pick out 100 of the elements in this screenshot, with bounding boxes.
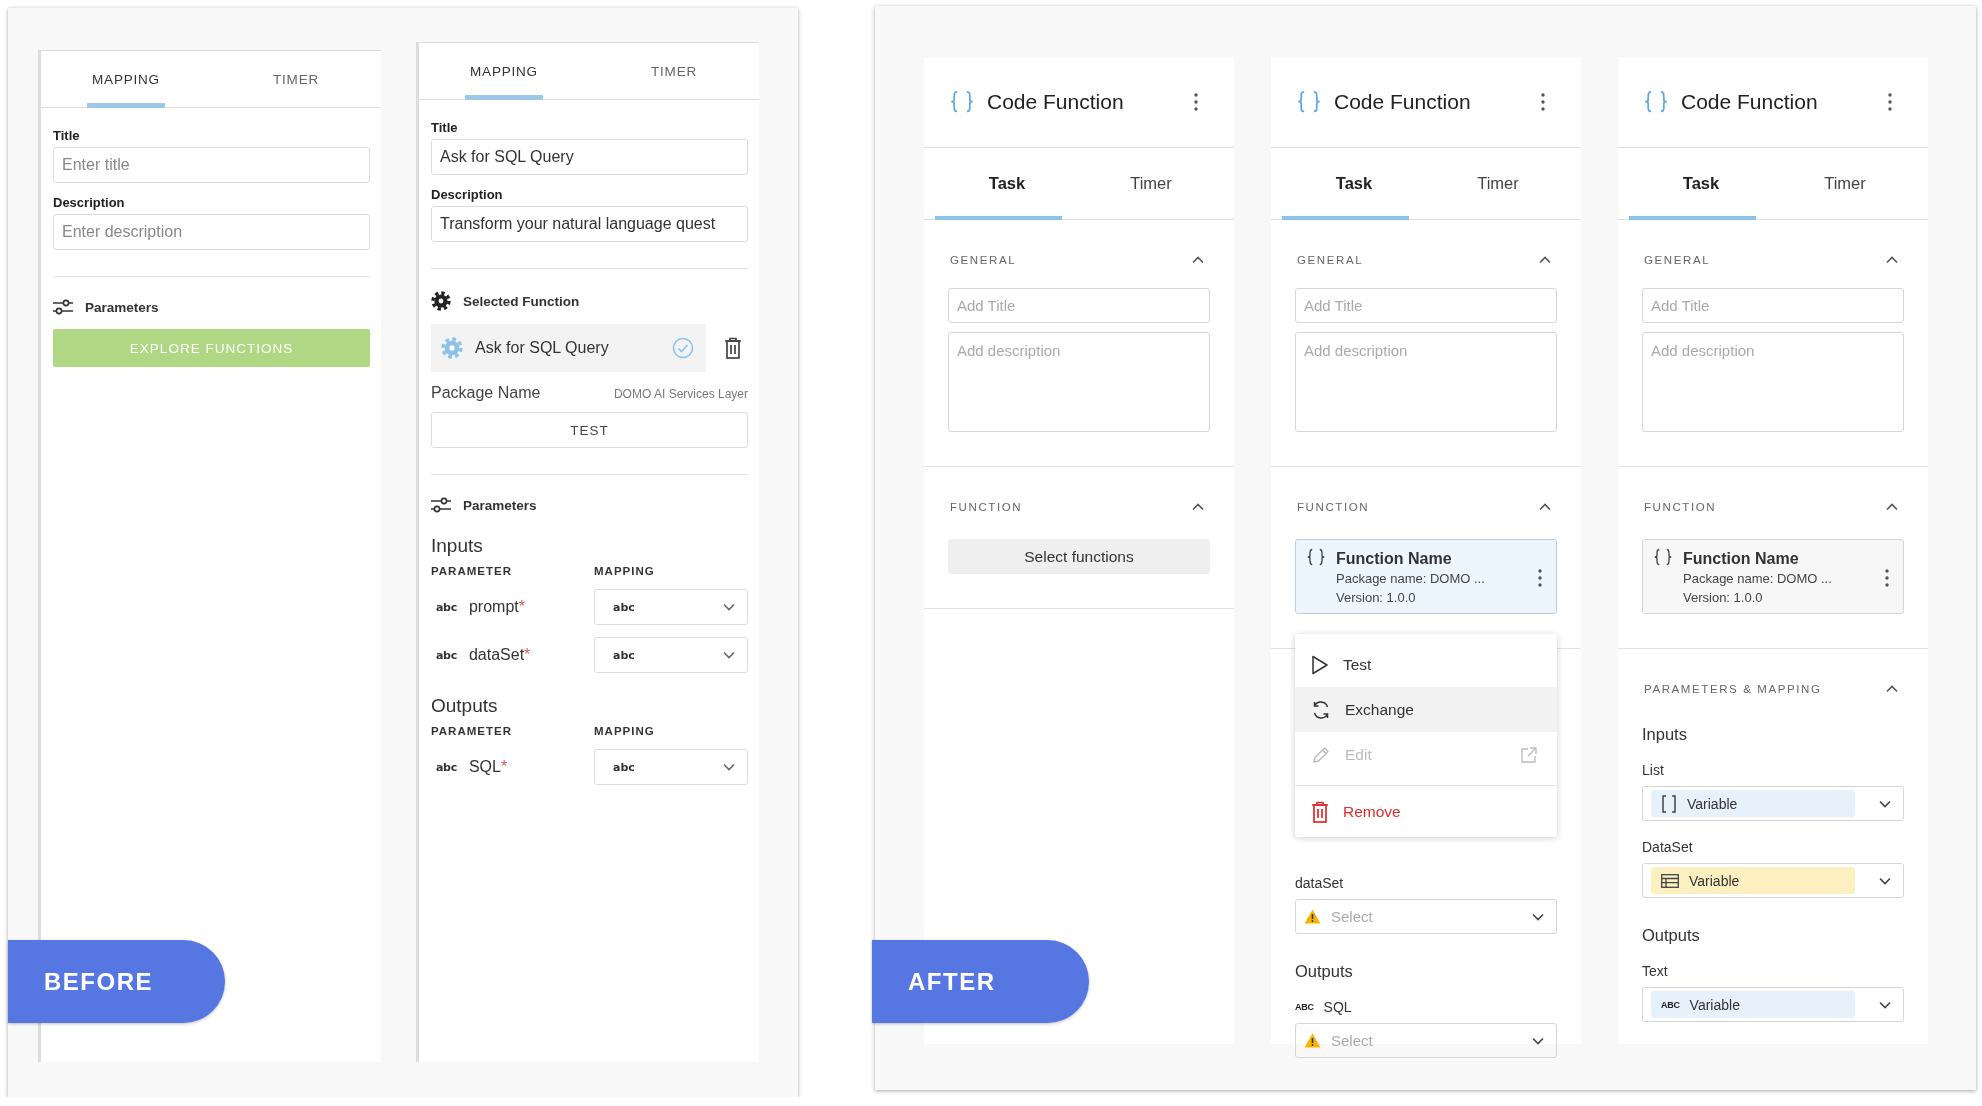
description-field[interactable]: Add description xyxy=(1642,332,1904,432)
group-heading: Outputs xyxy=(1642,926,1701,945)
tab[interactable]: Timer xyxy=(1773,148,1917,219)
tab[interactable]: TIMER xyxy=(589,43,759,99)
type-label: abc xyxy=(436,600,457,614)
type-label: ABC xyxy=(1661,999,1680,1010)
section-heading: GENERAL xyxy=(1297,254,1364,266)
version-text: Version: 1.0.0 xyxy=(1683,589,1764,607)
tab[interactable]: MAPPING xyxy=(41,51,211,107)
title-field[interactable]: Add Title xyxy=(1642,288,1904,323)
mapping-select[interactable]: abc xyxy=(594,749,748,785)
tab[interactable]: Timer xyxy=(1079,148,1223,219)
trash-icon xyxy=(1311,800,1329,823)
description-field[interactable]: Enter description xyxy=(53,214,370,250)
select-functions-button[interactable]: Select functions xyxy=(948,539,1210,574)
brackets-icon xyxy=(1661,794,1677,813)
parameter-name: dataSet* xyxy=(468,646,531,664)
column-header: PARAMETER xyxy=(431,725,513,737)
function-row[interactable]: Ask for SQL Query xyxy=(431,324,706,372)
column-header: PARAMETER xyxy=(431,565,513,577)
chevron-down-icon xyxy=(1879,876,1891,885)
tab[interactable]: Timer xyxy=(1426,148,1570,219)
chevron-down-icon xyxy=(1879,1000,1891,1009)
trash-icon[interactable] xyxy=(724,337,742,359)
more-icon[interactable] xyxy=(1888,93,1892,111)
tab[interactable]: Task xyxy=(1629,148,1773,219)
column-header: MAPPING xyxy=(594,725,656,737)
group-heading: Outputs xyxy=(1295,962,1354,981)
parameter-name: List xyxy=(1642,762,1664,778)
section-badge: AFTER xyxy=(872,940,1089,1023)
tab[interactable]: Task xyxy=(935,148,1079,219)
select-field[interactable]: Variable xyxy=(1642,863,1904,898)
section-heading: Selected Function xyxy=(463,293,580,309)
braces-icon xyxy=(1296,90,1322,114)
title-field[interactable]: Add Title xyxy=(948,288,1210,323)
variable-label: Variable xyxy=(1689,996,1740,1013)
chevron-down-icon xyxy=(1532,912,1544,921)
chevron-down-icon xyxy=(1879,799,1891,808)
external-link-icon xyxy=(1521,746,1537,763)
mapping-select[interactable]: abc xyxy=(594,637,748,673)
gear-icon xyxy=(431,291,451,311)
braces-icon xyxy=(949,90,975,114)
parameter-name: prompt* xyxy=(468,598,525,616)
description-field[interactable]: Add description xyxy=(1295,332,1557,432)
description-field[interactable]: Add description xyxy=(948,332,1210,432)
card-title: Code Function xyxy=(1681,90,1819,114)
function-card[interactable]: Function Name Package name: DOMO ... Version: 1.0.0 xyxy=(1642,539,1904,614)
group-heading: Outputs xyxy=(431,695,499,717)
tab[interactable]: MAPPING xyxy=(419,43,589,99)
variable-label: Variable xyxy=(1687,795,1738,812)
more-icon[interactable] xyxy=(1541,93,1545,111)
chevron-up-icon[interactable] xyxy=(1539,256,1551,264)
chevron-down-icon xyxy=(723,763,735,771)
more-icon[interactable] xyxy=(1194,93,1198,111)
braces-icon xyxy=(1643,90,1669,114)
field-label: Description xyxy=(431,187,504,202)
package-value: DOMO AI Services Layer xyxy=(613,387,748,401)
pencil-icon xyxy=(1311,744,1331,765)
function-card[interactable]: Function Name Package name: DOMO ... Version: 1.0.0 xyxy=(1295,539,1557,614)
select-field[interactable]: Variable xyxy=(1642,786,1904,821)
sliders-icon xyxy=(53,299,73,315)
function-name: Function Name xyxy=(1336,549,1453,569)
section-heading: FUNCTION xyxy=(1297,501,1370,513)
description-field[interactable]: Transform your natural language quest xyxy=(431,206,748,242)
menu-item[interactable]: Exchange xyxy=(1295,687,1557,732)
parameter-name: SQL* xyxy=(468,758,508,776)
section-heading: FUNCTION xyxy=(950,501,1023,513)
section-heading: FUNCTION xyxy=(1644,501,1717,513)
chevron-down-icon xyxy=(1532,1036,1544,1045)
more-icon[interactable] xyxy=(1538,568,1542,587)
package-name: Package name: DOMO ... xyxy=(1336,570,1486,588)
select-field[interactable]: ABC Variable xyxy=(1642,987,1904,1022)
tab[interactable]: TIMER xyxy=(211,51,381,107)
chevron-up-icon[interactable] xyxy=(1886,256,1898,264)
function-name: Ask for SQL Query xyxy=(475,339,610,357)
section-heading: Parameters xyxy=(85,299,159,315)
test-button[interactable]: TEST xyxy=(431,412,748,448)
chevron-up-icon[interactable] xyxy=(1192,503,1204,511)
card-title: Code Function xyxy=(1334,90,1472,114)
more-icon[interactable] xyxy=(1885,568,1889,587)
braces-icon xyxy=(1306,548,1326,566)
chevron-up-icon[interactable] xyxy=(1886,685,1898,693)
mapping-select[interactable]: abc xyxy=(594,589,748,625)
type-label: abc xyxy=(436,648,457,662)
variable-label: Variable xyxy=(1689,872,1740,889)
exchange-icon xyxy=(1311,699,1331,720)
chevron-up-icon[interactable] xyxy=(1539,503,1551,511)
gear-icon xyxy=(441,337,463,359)
title-field[interactable]: Ask for SQL Query xyxy=(431,139,748,175)
menu-item[interactable]: Remove xyxy=(1295,785,1557,837)
package-label: Package Name xyxy=(431,384,541,402)
tab[interactable]: Task xyxy=(1282,148,1426,219)
play-icon xyxy=(1311,654,1329,675)
menu-item[interactable]: Test xyxy=(1295,642,1557,687)
chevron-up-icon[interactable] xyxy=(1886,503,1898,511)
title-field[interactable]: Enter title xyxy=(53,147,370,183)
title-field[interactable]: Add Title xyxy=(1295,288,1557,323)
parameter-name: SQL xyxy=(1323,999,1352,1015)
table-icon xyxy=(1661,873,1679,888)
chevron-up-icon[interactable] xyxy=(1192,256,1204,264)
